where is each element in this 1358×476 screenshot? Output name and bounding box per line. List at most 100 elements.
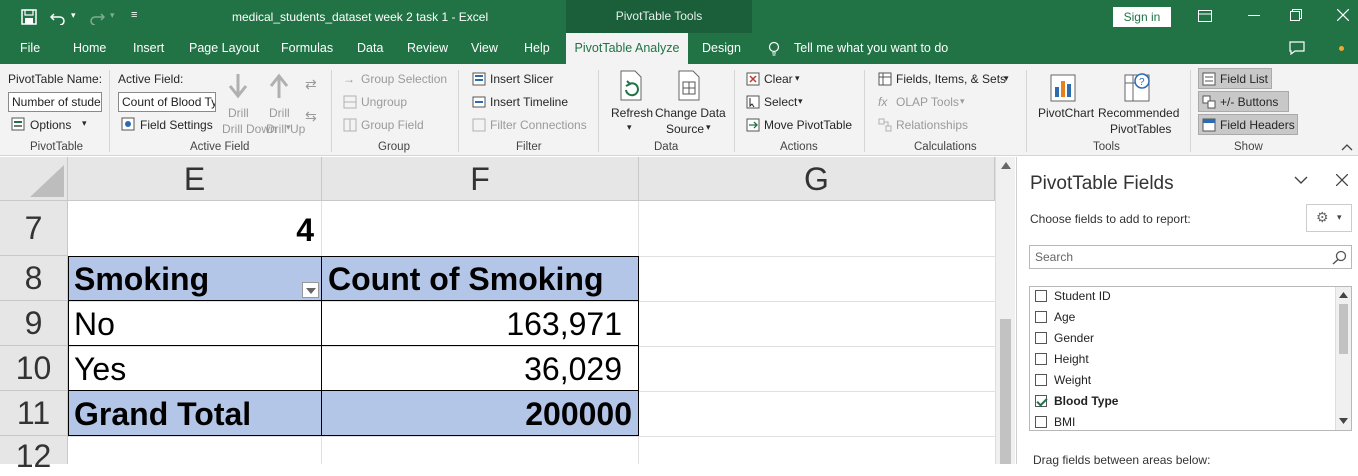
field-checkbox[interactable] — [1035, 332, 1047, 344]
field-item-bmi[interactable]: BMI — [1035, 412, 1075, 432]
cell-f11[interactable]: 200000 — [321, 391, 639, 436]
select-button[interactable]: Select — [764, 95, 797, 109]
tab-pivottable-analyze[interactable]: PivotTable Analyze — [566, 33, 688, 64]
move-pivottable-button[interactable]: Move PivotTable — [764, 118, 852, 132]
cell-f8[interactable]: Count of Smoking — [321, 256, 639, 301]
comments-icon[interactable] — [1289, 41, 1305, 55]
tab-help[interactable]: Help — [524, 33, 550, 64]
cell-e7[interactable]: 4 — [68, 201, 322, 256]
drill-up-button[interactable]: Drill — [269, 106, 290, 120]
clear-button[interactable]: Clear — [764, 72, 793, 86]
column-header-g[interactable]: G — [639, 157, 995, 201]
cell-e11[interactable]: Grand Total — [68, 391, 322, 436]
cell-f10[interactable]: 36,029 — [321, 346, 639, 391]
scroll-up-icon[interactable] — [1001, 162, 1011, 169]
group-field-button[interactable]: Group Field — [361, 118, 424, 132]
redo-dropdown-icon[interactable]: ▾ — [110, 10, 115, 21]
fields-items-sets-button[interactable]: Fields, Items, & Sets — [896, 72, 1006, 86]
scrollbar-thumb[interactable] — [1000, 319, 1011, 464]
tell-me-search[interactable]: Tell me what you want to do — [794, 33, 948, 64]
collapse-field-icon[interactable]: ⇆ — [305, 108, 317, 125]
tab-home[interactable]: Home — [73, 33, 106, 64]
row-header-12[interactable]: 12 — [0, 436, 68, 474]
clear-dropdown-icon[interactable]: ▾ — [795, 73, 800, 84]
row-header-9[interactable]: 9 — [0, 301, 68, 346]
tab-design[interactable]: Design — [702, 33, 741, 64]
pivotchart-button[interactable]: PivotChart — [1038, 106, 1094, 120]
refresh-dropdown-icon[interactable]: ▾ — [627, 122, 632, 133]
recommended-pivottables-button[interactable]: Recommended — [1098, 106, 1179, 120]
field-checkbox-checked[interactable] — [1035, 395, 1047, 407]
field-checkbox[interactable] — [1035, 290, 1047, 302]
select-dropdown-icon[interactable]: ▾ — [798, 96, 803, 107]
tab-insert[interactable]: Insert — [133, 33, 164, 64]
tab-data[interactable]: Data — [357, 33, 383, 64]
field-item-height[interactable]: Height — [1035, 349, 1089, 369]
field-checkbox[interactable] — [1035, 311, 1047, 323]
insert-timeline-button[interactable]: Insert Timeline — [490, 95, 568, 109]
field-item-age[interactable]: Age — [1035, 307, 1075, 327]
cell-e10[interactable]: Yes — [68, 346, 322, 391]
field-item-student-id[interactable]: Student ID — [1035, 286, 1111, 306]
sign-in-button[interactable]: Sign in — [1113, 7, 1171, 27]
undo-dropdown-icon[interactable]: ▾ — [71, 10, 76, 21]
relationships-button[interactable]: Relationships — [896, 118, 968, 132]
pane-options-chevron-icon[interactable] — [1294, 176, 1308, 185]
fields-items-sets-dropdown-icon[interactable]: ▾ — [1004, 73, 1009, 84]
field-search-input[interactable]: Search — [1029, 245, 1352, 269]
scrollbar-thumb[interactable] — [1339, 304, 1348, 354]
pane-close-icon[interactable] — [1336, 174, 1348, 186]
field-item-blood-type[interactable]: Blood Type — [1035, 391, 1118, 411]
tab-file[interactable]: File — [20, 33, 40, 64]
olap-tools-button[interactable]: OLAP Tools — [896, 95, 959, 109]
collapse-ribbon-icon[interactable] — [1341, 143, 1353, 151]
tab-view[interactable]: View — [471, 33, 498, 64]
change-data-source-dropdown-icon[interactable]: ▾ — [706, 122, 711, 133]
pivottable-name-input[interactable]: Number of students — [8, 92, 102, 112]
field-checkbox[interactable] — [1035, 416, 1047, 428]
tab-review[interactable]: Review — [407, 33, 448, 64]
scroll-down-icon[interactable] — [1339, 418, 1348, 424]
row-header-10[interactable]: 10 — [0, 346, 68, 391]
field-item-gender[interactable]: Gender — [1035, 328, 1094, 348]
close-window-icon[interactable] — [1337, 9, 1349, 21]
tab-formulas[interactable]: Formulas — [281, 33, 333, 64]
redo-icon[interactable] — [89, 9, 105, 25]
customize-qat-icon[interactable]: ≡ — [131, 9, 137, 21]
row-header-7[interactable]: 7 — [0, 201, 68, 256]
cell-e9[interactable]: No — [68, 301, 322, 346]
cell-f9[interactable]: 163,971 — [321, 301, 639, 346]
ungroup-button[interactable]: Ungroup — [361, 95, 407, 109]
field-checkbox[interactable] — [1035, 374, 1047, 386]
field-settings-button[interactable]: Field Settings — [140, 118, 213, 132]
row-header-11[interactable]: 11 — [0, 391, 68, 436]
filter-dropdown-button[interactable] — [302, 282, 319, 298]
field-item-weight[interactable]: Weight — [1035, 370, 1091, 390]
field-checkbox[interactable] — [1035, 353, 1047, 365]
column-header-f[interactable]: F — [322, 157, 639, 201]
expand-field-icon[interactable]: ⇄ — [305, 76, 317, 93]
minimize-icon[interactable] — [1248, 15, 1260, 16]
change-data-source-button[interactable]: Change Data — [655, 106, 726, 120]
options-dropdown-icon[interactable]: ▾ — [82, 118, 87, 129]
insert-slicer-button[interactable]: Insert Slicer — [490, 72, 553, 86]
row-header-8[interactable]: 8 — [0, 256, 68, 301]
undo-icon[interactable] — [50, 9, 66, 25]
olap-dropdown-icon[interactable]: ▾ — [960, 96, 965, 107]
select-all-corner[interactable] — [0, 157, 68, 201]
field-list-scrollbar[interactable] — [1335, 287, 1351, 430]
refresh-button[interactable]: Refresh — [611, 106, 653, 120]
vertical-scrollbar[interactable] — [995, 157, 1015, 464]
scroll-up-icon[interactable] — [1339, 292, 1348, 298]
group-selection-button[interactable]: Group Selection — [361, 72, 447, 86]
drill-down-button[interactable]: Drill — [228, 106, 249, 120]
tab-page-layout[interactable]: Page Layout — [189, 33, 259, 64]
save-icon[interactable] — [21, 9, 37, 25]
restore-icon[interactable] — [1290, 9, 1302, 21]
filter-connections-button[interactable]: Filter Connections — [490, 118, 587, 132]
options-button[interactable]: Options — [30, 118, 71, 132]
pane-layout-button[interactable]: ⚙ ▾ — [1306, 204, 1352, 232]
column-header-e[interactable]: E — [68, 157, 322, 201]
drill-up-dropdown-icon[interactable]: ▾ — [286, 122, 291, 133]
active-field-input[interactable]: Count of Blood Type — [118, 92, 216, 112]
